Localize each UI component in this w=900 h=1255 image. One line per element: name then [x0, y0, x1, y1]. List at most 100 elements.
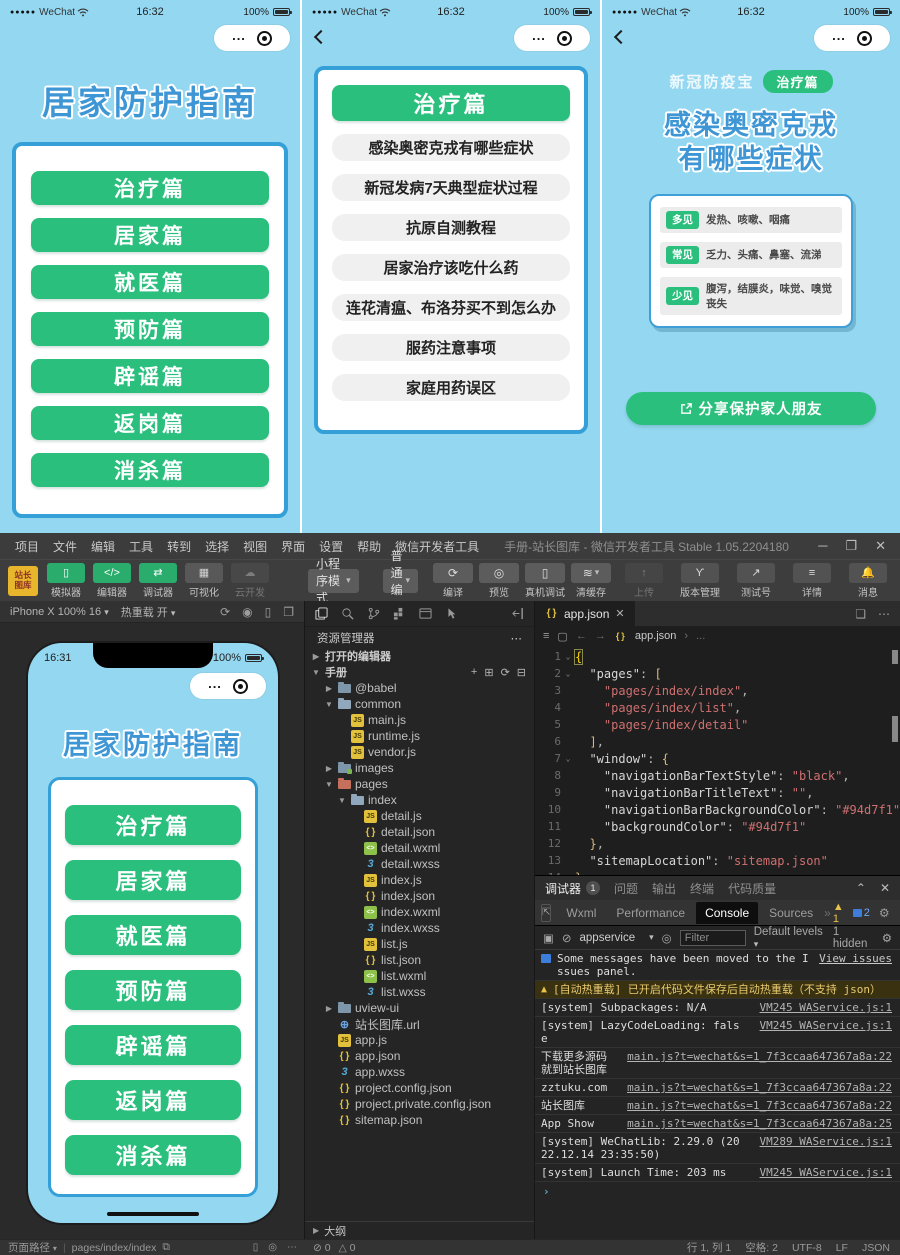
console-prompt[interactable]: ›	[535, 1182, 900, 1201]
menu-选择[interactable]: 选择	[198, 538, 236, 555]
tabs-overflow-icon[interactable]: »	[824, 906, 831, 920]
open-editors-section[interactable]: ▶打开的编辑器	[305, 648, 534, 664]
rotate-icon[interactable]: ⟳	[220, 605, 230, 619]
action-详情[interactable]: ≡详情	[788, 563, 836, 599]
wechat-capsule[interactable]: ...	[190, 673, 266, 699]
list-item[interactable]: 家庭用药误区	[332, 374, 570, 401]
panel-tab-代码质量[interactable]: 代码质量	[728, 880, 776, 897]
action-编译[interactable]: ⟳编译	[430, 563, 476, 599]
tree-item-list.json[interactable]: { }list.json	[305, 952, 534, 968]
devtools-settings-icon[interactable]: ⚙	[879, 906, 890, 920]
multi-window-icon[interactable]: ❐	[283, 605, 294, 619]
tree-item-站长图库.url[interactable]: ⊕站长图库.url	[305, 1016, 534, 1032]
copy-path-icon[interactable]: ⧉	[162, 1241, 170, 1254]
tree-item-index.js[interactable]: JSindex.js	[305, 872, 534, 888]
devtool-tab-Console[interactable]: Console	[696, 902, 758, 924]
split-editor-icon[interactable]: ❏	[855, 607, 866, 621]
encoding-setting[interactable]: UTF-8	[792, 1242, 822, 1254]
tree-item-list.js[interactable]: JSlist.js	[305, 936, 534, 952]
sim-menu-button[interactable]: 治疗篇	[65, 805, 241, 845]
menu-界面[interactable]: 界面	[274, 538, 312, 555]
git-branch-icon[interactable]	[367, 607, 380, 620]
nav-forward-icon[interactable]: →	[595, 630, 606, 642]
source-link[interactable]: VM245 WAService.js:1	[760, 1001, 892, 1014]
wechat-capsule[interactable]: ...	[514, 25, 590, 51]
eye-icon[interactable]: ◎	[662, 931, 672, 945]
tree-item-vendor.js[interactable]: JSvendor.js	[305, 744, 534, 760]
action-预览[interactable]: ◎预览	[476, 563, 522, 599]
back-icon[interactable]	[314, 30, 328, 44]
devtool-tab-Performance[interactable]: Performance	[607, 902, 694, 924]
menu-工具[interactable]: 工具	[122, 538, 160, 555]
close-target-icon[interactable]	[233, 679, 248, 694]
source-link[interactable]: main.js?t=wechat&s=1_7f3ccaa647367a8a:22	[627, 1081, 892, 1094]
tree-item-project.config.json[interactable]: { }project.config.json	[305, 1080, 534, 1096]
source-link[interactable]: main.js?t=wechat&s=1_7f3ccaa647367a8a:25	[627, 1117, 892, 1130]
nav-back-icon[interactable]: ←	[576, 630, 587, 642]
back-icon[interactable]	[614, 30, 628, 44]
outline-section[interactable]: ▶ 大纲	[305, 1221, 534, 1239]
tree-item-pages[interactable]: ▼pages	[305, 776, 534, 792]
tree-item-images[interactable]: ▶images	[305, 760, 534, 776]
panel-tab-输出[interactable]: 输出	[652, 880, 676, 897]
tree-item-index.json[interactable]: { }index.json	[305, 888, 534, 904]
menu-button[interactable]: 预防篇	[31, 312, 269, 346]
eol-setting[interactable]: LF	[836, 1242, 848, 1254]
list-item[interactable]: 感染奥密克戎有哪些症状	[332, 134, 570, 161]
tree-item-detail.wxml[interactable]: <>detail.wxml	[305, 840, 534, 856]
menu-button[interactable]: 消杀篇	[31, 453, 269, 487]
menu-button[interactable]: 治疗篇	[31, 171, 269, 205]
tool-编辑器[interactable]: </>编辑器	[90, 563, 134, 599]
tree-item-@babel[interactable]: ▶@babel	[305, 680, 534, 696]
tab-app-json[interactable]: { } app.json ✕	[535, 601, 635, 626]
devtool-tab-Sources[interactable]: Sources	[760, 902, 822, 924]
new-folder-icon[interactable]: ⊞	[484, 666, 493, 679]
maximize-button[interactable]: ❐	[845, 538, 857, 554]
tree-item-index[interactable]: ▼index	[305, 792, 534, 808]
sim-menu-button[interactable]: 就医篇	[65, 915, 241, 955]
action-消息[interactable]: 🔔消息	[844, 563, 892, 599]
panel-tab-调试器[interactable]: 调试器1	[545, 880, 600, 897]
wechat-capsule[interactable]: ...	[814, 25, 890, 51]
close-target-icon[interactable]	[857, 31, 872, 46]
tool-可视化[interactable]: ▦可视化	[182, 563, 226, 599]
levels-select[interactable]: Default levels ▾	[754, 926, 825, 950]
panel-tab-终端[interactable]: 终端	[690, 880, 714, 897]
simulator-phone[interactable]: 16:31 100% ... 居家防护指南 治疗篇居家篇就医篇预防篇辟谣篇返岗篇…	[28, 643, 278, 1223]
collapse-sidebar-icon[interactable]	[511, 607, 524, 620]
list-item[interactable]: 新冠发病7天典型症状过程	[332, 174, 570, 201]
menu-button[interactable]: 就医篇	[31, 265, 269, 299]
language-mode[interactable]: JSON	[862, 1242, 890, 1254]
tree-item-detail.json[interactable]: { }detail.json	[305, 824, 534, 840]
console-filter-input[interactable]	[680, 930, 746, 946]
panel-tab-问题[interactable]: 问题	[614, 880, 638, 897]
menu-设置[interactable]: 设置	[312, 538, 350, 555]
outline-toggle-icon[interactable]: ≡	[543, 630, 549, 642]
record-icon[interactable]: ◉	[242, 605, 252, 619]
breadcrumb-more[interactable]: ...	[696, 630, 705, 642]
devtool-tab-Wxml[interactable]: Wxml	[557, 902, 605, 924]
menu-帮助[interactable]: 帮助	[350, 538, 388, 555]
menu-转到[interactable]: 转到	[160, 538, 198, 555]
search-icon[interactable]	[341, 607, 354, 620]
more-actions-icon[interactable]: ⋯	[511, 631, 523, 645]
clear-console-icon[interactable]: ⊘	[562, 931, 572, 945]
source-link[interactable]: main.js?t=wechat&s=1_7f3ccaa647367a8a:22	[627, 1099, 892, 1112]
list-item[interactable]: 服药注意事项	[332, 334, 570, 361]
more-icon[interactable]: ⋯	[287, 1242, 297, 1253]
phone-debug-icon[interactable]: ▯	[253, 1242, 259, 1253]
tree-item-common[interactable]: ▼common	[305, 696, 534, 712]
device-frame-icon[interactable]: ▯	[265, 605, 272, 619]
tool-调试器[interactable]: ⇄调试器	[136, 563, 180, 599]
tree-item-list.wxss[interactable]: 3list.wxss	[305, 984, 534, 1000]
list-item[interactable]: 抗原自测教程	[332, 214, 570, 241]
preview-icon[interactable]	[419, 607, 432, 620]
menu-视图[interactable]: 视图	[236, 538, 274, 555]
code-editor[interactable]: 1⌄{2⌄ "pages": [3 "pages/index/index",4 …	[535, 646, 900, 875]
menu-button[interactable]: 居家篇	[31, 218, 269, 252]
list-item[interactable]: 连花清瘟、布洛芬买不到怎么办	[332, 294, 570, 321]
hot-reload-toggle[interactable]: 热重载 开 ▾	[121, 604, 176, 620]
extensions-icon[interactable]	[393, 607, 406, 620]
tree-item-list.wxml[interactable]: <>list.wxml	[305, 968, 534, 984]
current-page-path[interactable]: pages/index/index	[72, 1242, 157, 1254]
